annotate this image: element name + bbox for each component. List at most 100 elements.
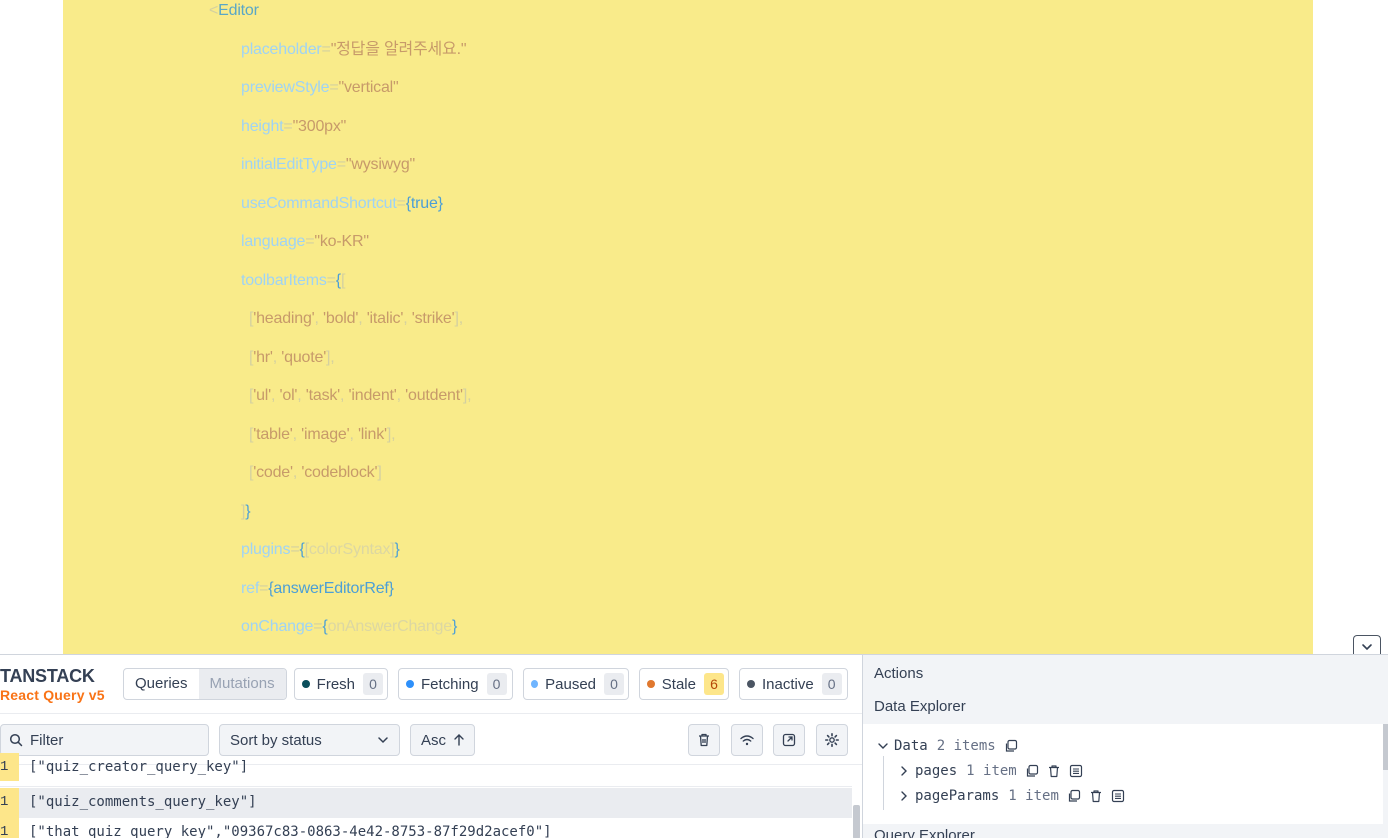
code-token: = — [259, 579, 269, 597]
code-token: "ko-KR" — [314, 233, 369, 250]
status-fetching[interactable]: Fetching 0 — [398, 668, 513, 700]
code-token: = — [336, 156, 346, 173]
code-token: = — [326, 271, 336, 289]
chevron-down-icon — [878, 743, 888, 749]
code-token: ], — [454, 310, 463, 327]
status-fresh[interactable]: Fresh 0 — [294, 668, 388, 700]
tree-node-pageparams[interactable]: pageParams 1 item — [898, 788, 1125, 804]
code-token: [ — [340, 271, 346, 289]
open-in-window-button[interactable] — [773, 724, 805, 756]
tanstack-logo[interactable]: TANSTACK — [0, 666, 95, 687]
clear-cache-button[interactable] — [688, 724, 720, 756]
code-token: ], — [326, 348, 335, 366]
code-token: 'hr' — [253, 348, 273, 366]
code-token: } — [394, 541, 400, 558]
query-explorer-header: Query Explorer — [863, 824, 1388, 838]
code-token: ], — [462, 387, 472, 404]
code-token: 'italic' — [366, 310, 404, 327]
code-token: useCommandShortcut — [241, 194, 397, 212]
actions-header: Actions — [874, 665, 924, 682]
tab-queries[interactable]: Queries — [124, 669, 199, 699]
code-token: initialEditType — [241, 156, 337, 173]
code-line: ['heading', 'bold', 'italic', 'strike'], — [249, 309, 463, 329]
list-icon[interactable] — [1111, 789, 1125, 803]
observer-count: 1 — [0, 818, 19, 838]
data-explorer: Data 2 items pages 1 item pageParams 1 i… — [863, 724, 1383, 824]
status-dot-icon — [531, 680, 539, 688]
query-row[interactable]: 1 ["quiz_creator_query_key"] — [0, 753, 852, 787]
sort-order-button[interactable]: Asc — [410, 724, 475, 756]
code-token: onAnswerChange — [327, 618, 453, 635]
tab-mutations[interactable]: Mutations — [198, 669, 286, 699]
code-token: ], — [386, 425, 396, 443]
code-token: , — [271, 387, 280, 404]
status-dot-icon — [647, 680, 655, 688]
code-token: placeholder — [241, 40, 322, 58]
code-token: "vertical" — [338, 79, 399, 96]
code-line: ['table', 'image', 'link'], — [249, 425, 396, 445]
code-token: 'quote' — [281, 348, 327, 366]
observer-count: 1 — [0, 753, 19, 781]
code-token: 'strike' — [411, 310, 455, 327]
query-row[interactable]: 1 ["that_quiz_query_key","09367c83-0863-… — [0, 818, 852, 838]
code-line: toolbarItems={[ — [241, 271, 345, 291]
data-explorer-header: Data Explorer — [874, 698, 966, 715]
code-line: ['code', 'codeblock'] — [249, 463, 382, 483]
code-token: , — [314, 310, 324, 327]
code-token: 'ul' — [253, 387, 272, 404]
filter-input[interactable]: Filter — [0, 724, 209, 756]
code-token: 'outdent' — [405, 387, 463, 404]
mock-offline-button[interactable] — [731, 724, 763, 756]
code-line: placeholder="정답을 알려주세요." — [241, 40, 467, 60]
status-count: 0 — [604, 673, 624, 695]
code-editor[interactable]: <Editor placeholder="정답을 알려주세요." previewSt… — [63, 0, 1313, 655]
arrow-up-icon — [454, 734, 464, 746]
sort-select[interactable]: Sort by status — [219, 724, 400, 756]
trash-icon[interactable] — [1047, 764, 1061, 778]
data-explorer-scrollbar[interactable] — [1383, 724, 1388, 770]
tree-node-pages[interactable]: pages 1 item — [898, 763, 1083, 779]
copy-icon[interactable] — [1067, 789, 1081, 803]
code-line: language="ko-KR" — [241, 232, 369, 252]
copy-icon[interactable] — [1025, 764, 1039, 778]
list-icon[interactable] — [1069, 764, 1083, 778]
status-inactive[interactable]: Inactive 0 — [739, 668, 848, 700]
code-token: colorSyntax — [308, 541, 391, 558]
query-row[interactable]: 1 ["quiz_comments_query_key"] — [0, 788, 852, 818]
tree-node-meta: 1 item — [1008, 788, 1059, 804]
status-dot-icon — [747, 680, 755, 688]
code-token: } — [437, 194, 443, 212]
query-key: ["that_quiz_query_key","09367c83-0863-4e… — [29, 824, 552, 838]
trash-icon[interactable] — [1089, 789, 1103, 803]
code-line: ]} — [241, 502, 251, 522]
code-token: , — [396, 387, 406, 404]
gear-icon — [825, 733, 839, 747]
tree-node-data[interactable]: Data 2 items — [877, 738, 1018, 754]
code-token: onChange — [241, 618, 314, 635]
code-token: } — [451, 618, 458, 635]
code-token: 'codeblock' — [301, 464, 378, 481]
code-token: } — [245, 502, 251, 520]
code-token: 'link' — [357, 425, 387, 443]
copy-icon[interactable] — [1004, 739, 1018, 753]
code-line: previewStyle="vertical" — [241, 78, 399, 98]
query-list-scrollbar[interactable] — [853, 805, 860, 838]
search-icon — [9, 733, 23, 747]
code-token: "300px" — [292, 117, 347, 135]
sort-order-label: Asc — [421, 731, 447, 749]
code-token: 'bold' — [323, 310, 359, 327]
code-line: useCommandShortcut={true} — [241, 194, 443, 214]
status-stale[interactable]: Stale 6 — [639, 668, 729, 700]
settings-button[interactable] — [816, 724, 848, 756]
code-token: language — [241, 233, 306, 250]
code-token: previewStyle — [241, 79, 330, 96]
code-token: Editor — [218, 2, 259, 19]
status-count: 0 — [363, 673, 383, 695]
code-token: = — [396, 194, 406, 212]
tree-node-meta: 2 items — [936, 738, 996, 754]
chevron-down-icon — [1362, 643, 1372, 650]
code-token: "정답을 알려주세요." — [330, 40, 467, 58]
status-paused[interactable]: Paused 0 — [523, 668, 629, 700]
code-token: , — [349, 425, 358, 443]
code-token: , — [403, 310, 412, 327]
